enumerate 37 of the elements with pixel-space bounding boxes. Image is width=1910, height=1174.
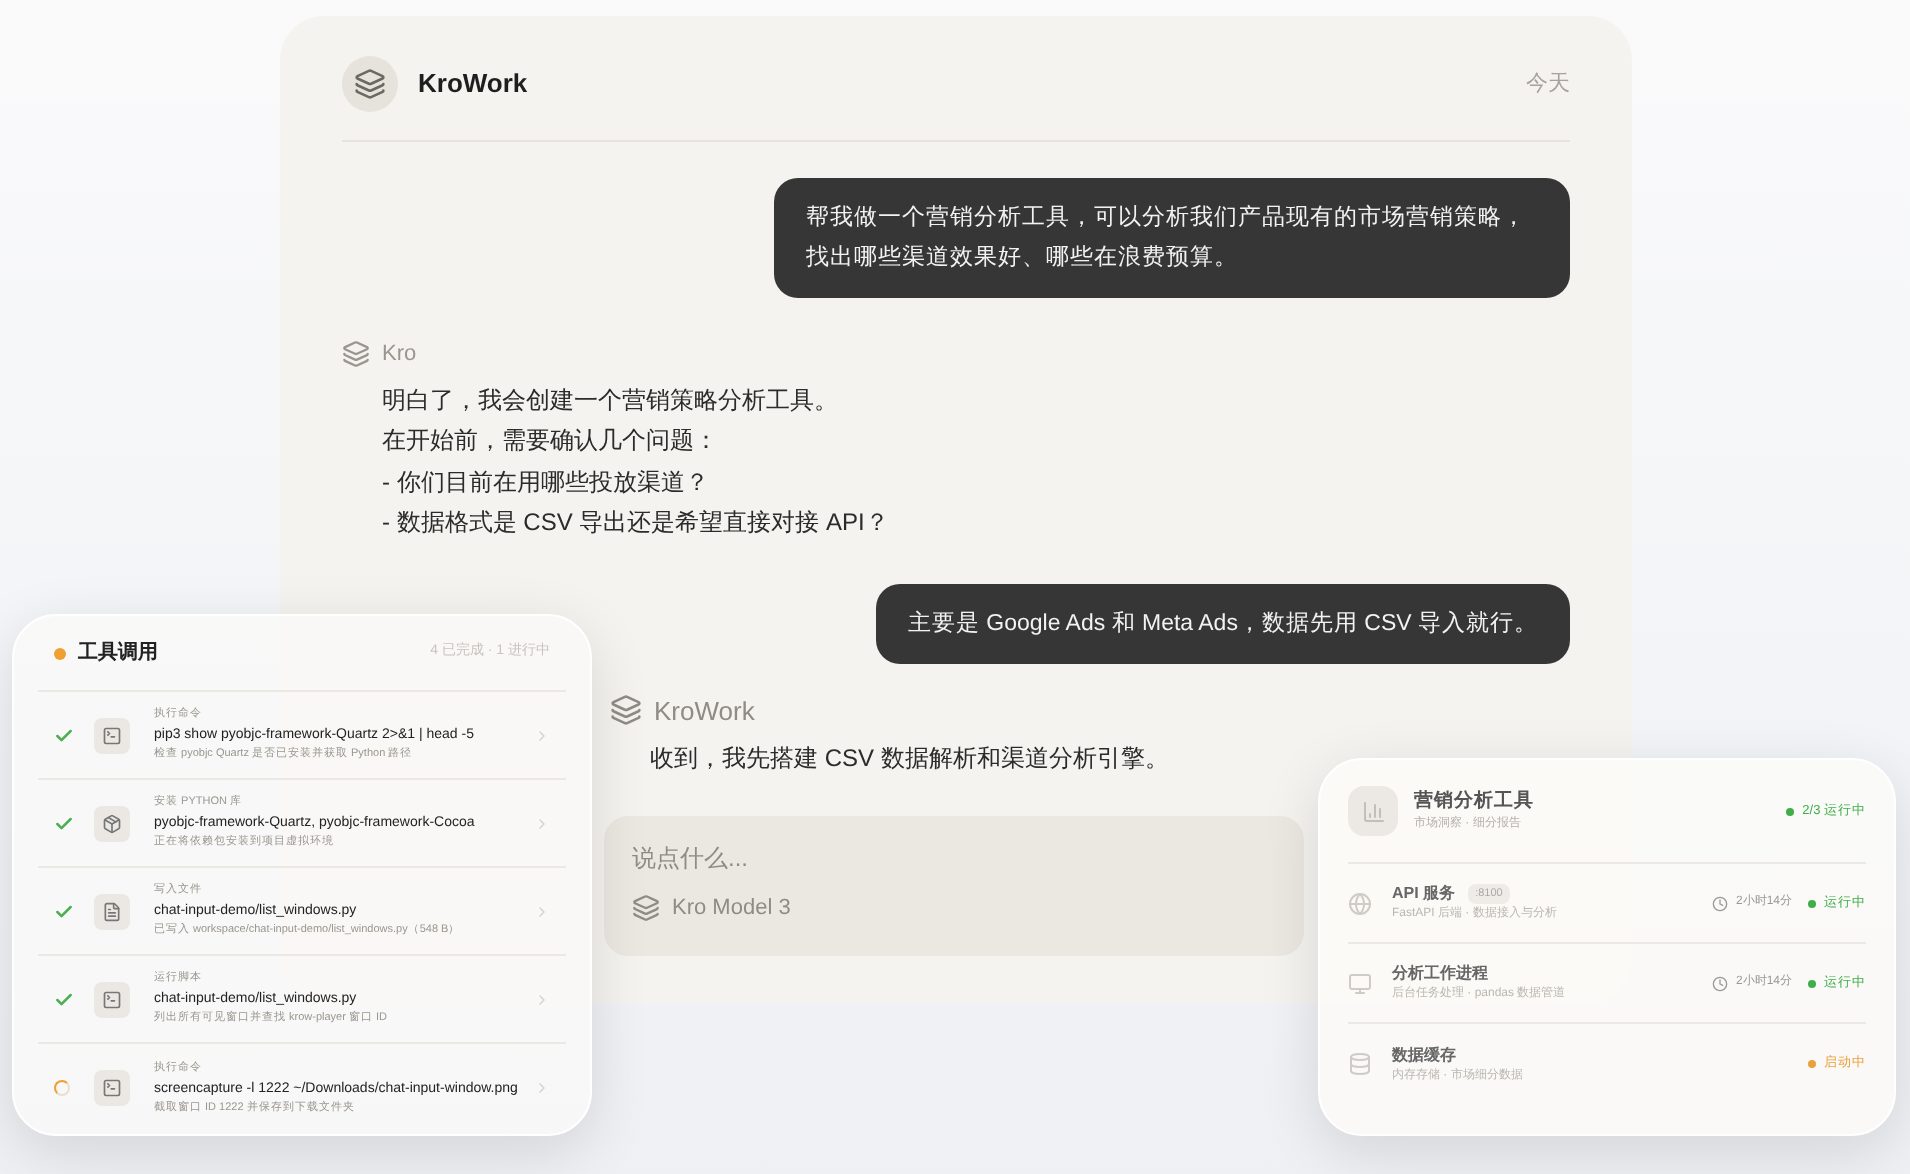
assistant-message-line: - 数据格式是 CSV 导出还是希望直接对接 API？: [382, 506, 891, 540]
service-name: 分析工作进程: [1392, 962, 1488, 986]
globe-icon: [1348, 891, 1372, 915]
chevron-icon: [534, 991, 550, 1007]
monitor-icon: [1348, 971, 1372, 995]
assistant-message-line: 明白了，我会创建一个营销策略分析工具。: [382, 383, 840, 417]
sender-name: KroWork: [654, 693, 755, 729]
chart-icon: [1348, 786, 1398, 836]
app-name: KroWork: [418, 66, 528, 103]
layers-icon: [610, 694, 642, 727]
layers-icon: [632, 893, 660, 922]
sender-name: Kro: [382, 340, 417, 370]
app-logo-icon: [342, 56, 398, 112]
database-icon: [1348, 1052, 1372, 1076]
service-name: 数据缓存: [1392, 1043, 1456, 1067]
user-message-bubble: 帮我做一个营销分析工具，可以分析我们产品现有的市场营销策略，找出哪些渠道效果好、哪些在浪费预算。: [774, 178, 1570, 298]
package-icon: [94, 805, 130, 841]
file-icon: [94, 893, 130, 929]
layers-icon: [342, 340, 370, 369]
assistant-message-line: 在开始前，需要确认几个问题：: [382, 424, 720, 458]
project-title: 营销分析工具: [1414, 787, 1534, 816]
clock-icon: [1711, 895, 1728, 911]
service-name: API 服务: [1392, 882, 1456, 906]
date-label: 今天: [1526, 69, 1570, 100]
user-message-bubble: 主要是 Google Ads 和 Meta Ads，数据先用 CSV 导入就行。: [875, 583, 1570, 663]
chevron-icon: [534, 727, 550, 743]
terminal-icon: [94, 1070, 130, 1106]
assistant-message-line: 收到，我先搭建 CSV 数据解析和渠道分析引擎。: [650, 742, 1171, 776]
input-placeholder: 说点什么...: [632, 841, 749, 875]
panel-title: 工具调用: [78, 639, 158, 668]
chevron-icon: [534, 1080, 550, 1096]
chevron-icon: [534, 903, 550, 919]
terminal-icon: [94, 981, 130, 1017]
chevron-icon: [534, 815, 550, 831]
terminal-icon: [94, 717, 130, 753]
assistant-message-line: - 你们目前在用哪些投放渠道？: [382, 465, 711, 499]
clock-icon: [1711, 975, 1728, 991]
